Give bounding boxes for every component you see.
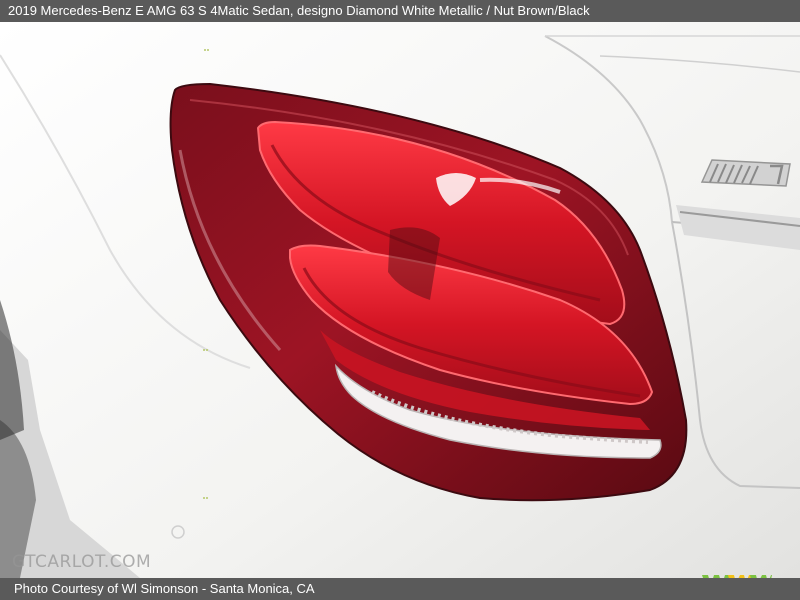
- gtcarlot-watermark: GTCARLOT.COM: [12, 552, 152, 572]
- photo-credit: Photo Courtesy of Wl Simonson - Santa Mo…: [14, 581, 315, 596]
- photo-caption-bar: 2019 Mercedes-Benz E AMG 63 S 4Matic Sed…: [0, 0, 800, 22]
- tail-light-photo: [0, 22, 800, 578]
- photo-credit-bar: Photo Courtesy of Wl Simonson - Santa Mo…: [0, 578, 800, 600]
- vehicle-photo[interactable]: GTCARLOT.COM: [0, 22, 800, 578]
- amg-emblem: [700, 159, 791, 187]
- photo-caption: 2019 Mercedes-Benz E AMG 63 S 4Matic Sed…: [8, 3, 590, 18]
